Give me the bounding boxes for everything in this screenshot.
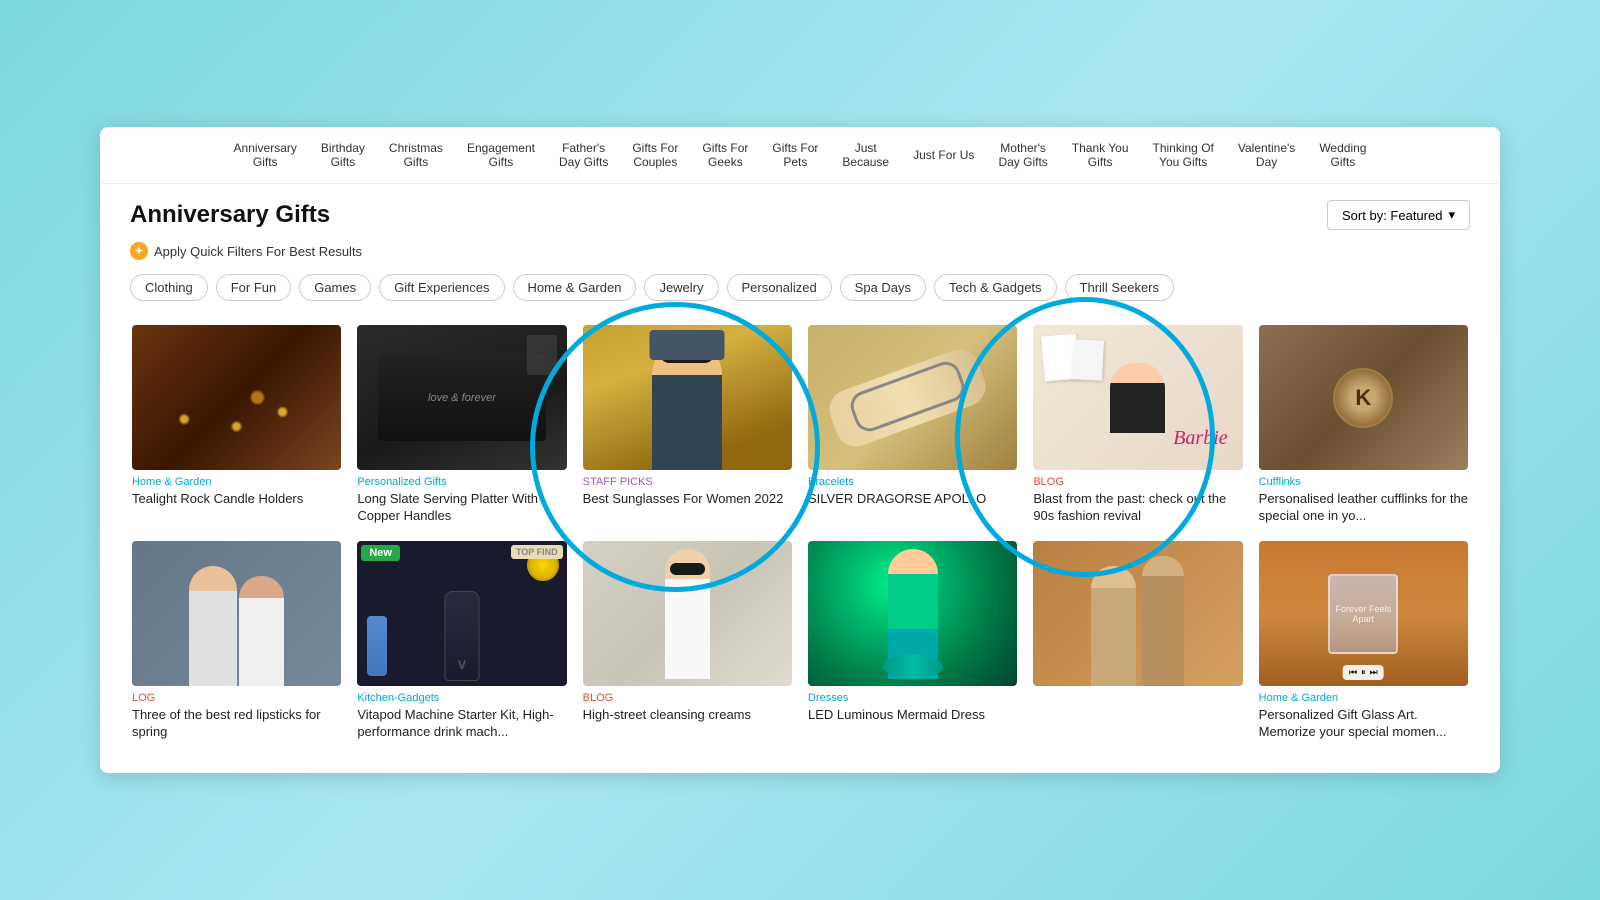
product-name-glass-art: Personalized Gift Glass Art. Memorize yo…: [1259, 707, 1468, 741]
tag-jewelry[interactable]: Jewelry: [644, 274, 718, 301]
product-category-bracelet: Bracelets: [808, 476, 1017, 488]
product-image-fashion: [1033, 541, 1242, 686]
product-card-cleansing[interactable]: BLOG High-street cleansing creams: [575, 533, 800, 749]
product-name-lipstick: Three of the best red lipsticks for spri…: [132, 707, 341, 741]
product-card-cufflinks[interactable]: K Cufflinks Personalised leather cufflin…: [1251, 317, 1476, 533]
tag-home-garden[interactable]: Home & Garden: [513, 274, 637, 301]
nav-item-thinking-of-you[interactable]: Thinking OfYou Gifts: [1143, 137, 1224, 173]
tag-tech-gadgets[interactable]: Tech & Gadgets: [934, 274, 1057, 301]
product-card-candles[interactable]: Home & Garden Tealight Rock Candle Holde…: [124, 317, 349, 533]
tag-clothing[interactable]: Clothing: [130, 274, 208, 301]
product-card-blog1[interactable]: Barbie BLOG Blast from the past: check o…: [1025, 317, 1250, 533]
product-card-vitapod[interactable]: New TOP FIND V Kitchen-Gadgets Vitapod M…: [349, 533, 574, 749]
product-name-blog1: Blast from the past: check out the 90s f…: [1033, 491, 1242, 525]
product-card-glass-art[interactable]: Forever Feels Apart ⏮⏸⏭ Home & Garden Pe…: [1251, 533, 1476, 749]
product-name-slate: Long Slate Serving Platter With Copper H…: [357, 491, 566, 525]
top-navigation: AnniversaryGifts BirthdayGifts Christmas…: [100, 127, 1500, 184]
badge-new: New: [361, 545, 400, 561]
nav-item-wedding[interactable]: WeddingGifts: [1309, 137, 1376, 173]
product-category-cufflinks: Cufflinks: [1259, 476, 1468, 488]
product-image-cufflinks: K: [1259, 325, 1468, 470]
tag-spa-days[interactable]: Spa Days: [840, 274, 926, 301]
product-category-blog1: BLOG: [1033, 476, 1242, 488]
product-grid-wrapper: Home & Garden Tealight Rock Candle Holde…: [100, 317, 1500, 773]
nav-item-christmas[interactable]: ChristmasGifts: [379, 137, 453, 173]
product-image-cleansing: [583, 541, 792, 686]
product-image-mermaid: [808, 541, 1017, 686]
nav-item-anniversary[interactable]: AnniversaryGifts: [224, 137, 307, 173]
nav-item-birthday[interactable]: BirthdayGifts: [311, 137, 375, 173]
tag-gift-experiences[interactable]: Gift Experiences: [379, 274, 504, 301]
product-category-sunglasses: STAFF PICKS: [583, 476, 792, 488]
page-title: Anniversary Gifts: [130, 201, 330, 229]
product-image-lipstick: [132, 541, 341, 686]
product-image-candles: [132, 325, 341, 470]
product-card-mermaid[interactable]: Dresses LED Luminous Mermaid Dress: [800, 533, 1025, 749]
product-name-cleansing: High-street cleansing creams: [583, 707, 792, 724]
product-category-cleansing: BLOG: [583, 692, 792, 704]
chevron-down-icon: ▾: [1448, 207, 1455, 223]
product-card-slate[interactable]: love & forever Personalized Gifts Long S…: [349, 317, 574, 533]
filter-icon: ✦: [130, 242, 148, 260]
product-image-blog1: Barbie: [1033, 325, 1242, 470]
sort-label: Sort by: Featured: [1342, 208, 1442, 223]
tag-games[interactable]: Games: [299, 274, 371, 301]
nav-item-just-for-us[interactable]: Just For Us: [903, 144, 984, 166]
nav-item-just-because[interactable]: JustBecause: [832, 137, 899, 173]
product-category-slate: Personalized Gifts: [357, 476, 566, 488]
product-category-mermaid: Dresses: [808, 692, 1017, 704]
nav-item-fathers-day[interactable]: Father'sDay Gifts: [549, 137, 618, 173]
product-name-candles: Tealight Rock Candle Holders: [132, 491, 341, 508]
product-name-bracelet: SILVER DRAGORSE APOLLO: [808, 491, 1017, 508]
product-image-glass-art: Forever Feels Apart ⏮⏸⏭: [1259, 541, 1468, 686]
tag-thrill-seekers[interactable]: Thrill Seekers: [1065, 274, 1174, 301]
product-name-mermaid: LED Luminous Mermaid Dress: [808, 707, 1017, 724]
nav-item-valentines[interactable]: Valentine'sDay: [1228, 137, 1305, 173]
nav-item-thank-you[interactable]: Thank YouGifts: [1062, 137, 1139, 173]
nav-item-engagement[interactable]: EngagementGifts: [457, 137, 545, 173]
quick-filters-bar: ✦ Apply Quick Filters For Best Results: [100, 238, 1500, 270]
sort-button[interactable]: Sort by: Featured ▾: [1327, 200, 1470, 230]
nav-item-gifts-pets[interactable]: Gifts ForPets: [762, 137, 828, 173]
product-image-sunglasses: [583, 325, 792, 470]
product-category-glass-art: Home & Garden: [1259, 692, 1468, 704]
product-name-cufflinks: Personalised leather cufflinks for the s…: [1259, 491, 1468, 525]
product-name-sunglasses: Best Sunglasses For Women 2022: [583, 491, 792, 508]
nav-item-mothers-day[interactable]: Mother'sDay Gifts: [988, 137, 1057, 173]
nav-item-gifts-geeks[interactable]: Gifts ForGeeks: [692, 137, 758, 173]
product-category-candles: Home & Garden: [132, 476, 341, 488]
tag-for-fun[interactable]: For Fun: [216, 274, 292, 301]
product-card-sunglasses[interactable]: STAFF PICKS Best Sunglasses For Women 20…: [575, 317, 800, 533]
badge-top-find: TOP FIND: [511, 545, 563, 559]
product-card-bracelet[interactable]: Bracelets SILVER DRAGORSE APOLLO: [800, 317, 1025, 533]
product-image-bracelet: [808, 325, 1017, 470]
product-grid: Home & Garden Tealight Rock Candle Holde…: [100, 317, 1500, 773]
product-card-lipstick[interactable]: LOG Three of the best red lipsticks for …: [124, 533, 349, 749]
product-category-lipstick: LOG: [132, 692, 341, 704]
nav-item-gifts-couples[interactable]: Gifts ForCouples: [622, 137, 688, 173]
product-category-vitapod: Kitchen-Gadgets: [357, 692, 566, 704]
quick-filter-label: Apply Quick Filters For Best Results: [154, 244, 362, 259]
category-tags: Clothing For Fun Games Gift Experiences …: [100, 270, 1500, 317]
product-card-fashion[interactable]: [1025, 533, 1250, 749]
product-image-vitapod: V: [357, 541, 566, 686]
page-header: Anniversary Gifts Sort by: Featured ▾: [100, 184, 1500, 238]
tag-personalized[interactable]: Personalized: [727, 274, 832, 301]
product-name-vitapod: Vitapod Machine Starter Kit, High-perfor…: [357, 707, 566, 741]
product-image-slate: love & forever: [357, 325, 566, 470]
